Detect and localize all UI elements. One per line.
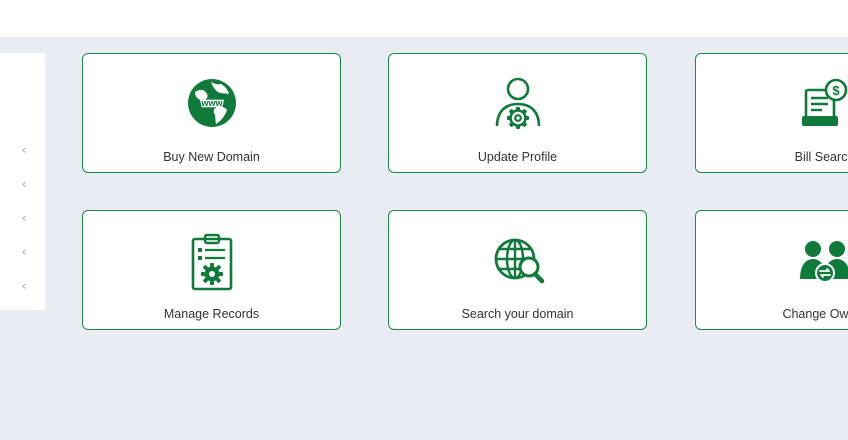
update-profile-card[interactable]: Update Profile <box>388 53 647 173</box>
card-label: Search your domain <box>461 307 574 321</box>
sidebar-expand-chevron-icon[interactable]: ‹ <box>16 210 32 226</box>
card-label: Change Owner <box>782 307 848 321</box>
sidebar-expand-chevron-icon[interactable]: ‹ <box>16 278 32 294</box>
svg-text:$: $ <box>832 83 840 98</box>
buy-new-domain-card[interactable]: www Buy New Domain <box>82 53 341 173</box>
sidebar-expand-chevron-icon[interactable]: ‹ <box>16 176 32 192</box>
clipboard-settings-icon <box>185 233 239 291</box>
viewport: ‹ ‹ ‹ ‹ ‹ www Buy New Domain Update Prof… <box>0 0 848 440</box>
card-label: Manage Records <box>163 307 260 321</box>
top-header-bar <box>0 0 848 37</box>
change-owner-card[interactable]: Change Owner <box>695 210 848 330</box>
card-label: Bill Search <box>794 150 848 164</box>
manage-records-card[interactable]: Manage Records <box>82 210 341 330</box>
sidebar-expand-chevron-icon[interactable]: ‹ <box>16 142 32 158</box>
sidebar-expand-chevron-icon[interactable]: ‹ <box>16 244 32 260</box>
globe-www-icon: www <box>185 76 239 130</box>
bill-search-card[interactable]: $ Bill Search <box>695 53 848 173</box>
search-your-domain-card[interactable]: Search your domain <box>388 210 647 330</box>
svg-text:www: www <box>200 98 223 108</box>
bill-search-icon: $ <box>798 76 848 130</box>
globe-search-icon <box>491 233 545 287</box>
user-settings-icon <box>491 76 545 130</box>
sidebar: ‹ ‹ ‹ ‹ ‹ <box>0 53 45 310</box>
change-owner-icon <box>798 233 848 287</box>
card-label: Buy New Domain <box>163 150 260 164</box>
card-label: Update Profile <box>477 150 558 164</box>
